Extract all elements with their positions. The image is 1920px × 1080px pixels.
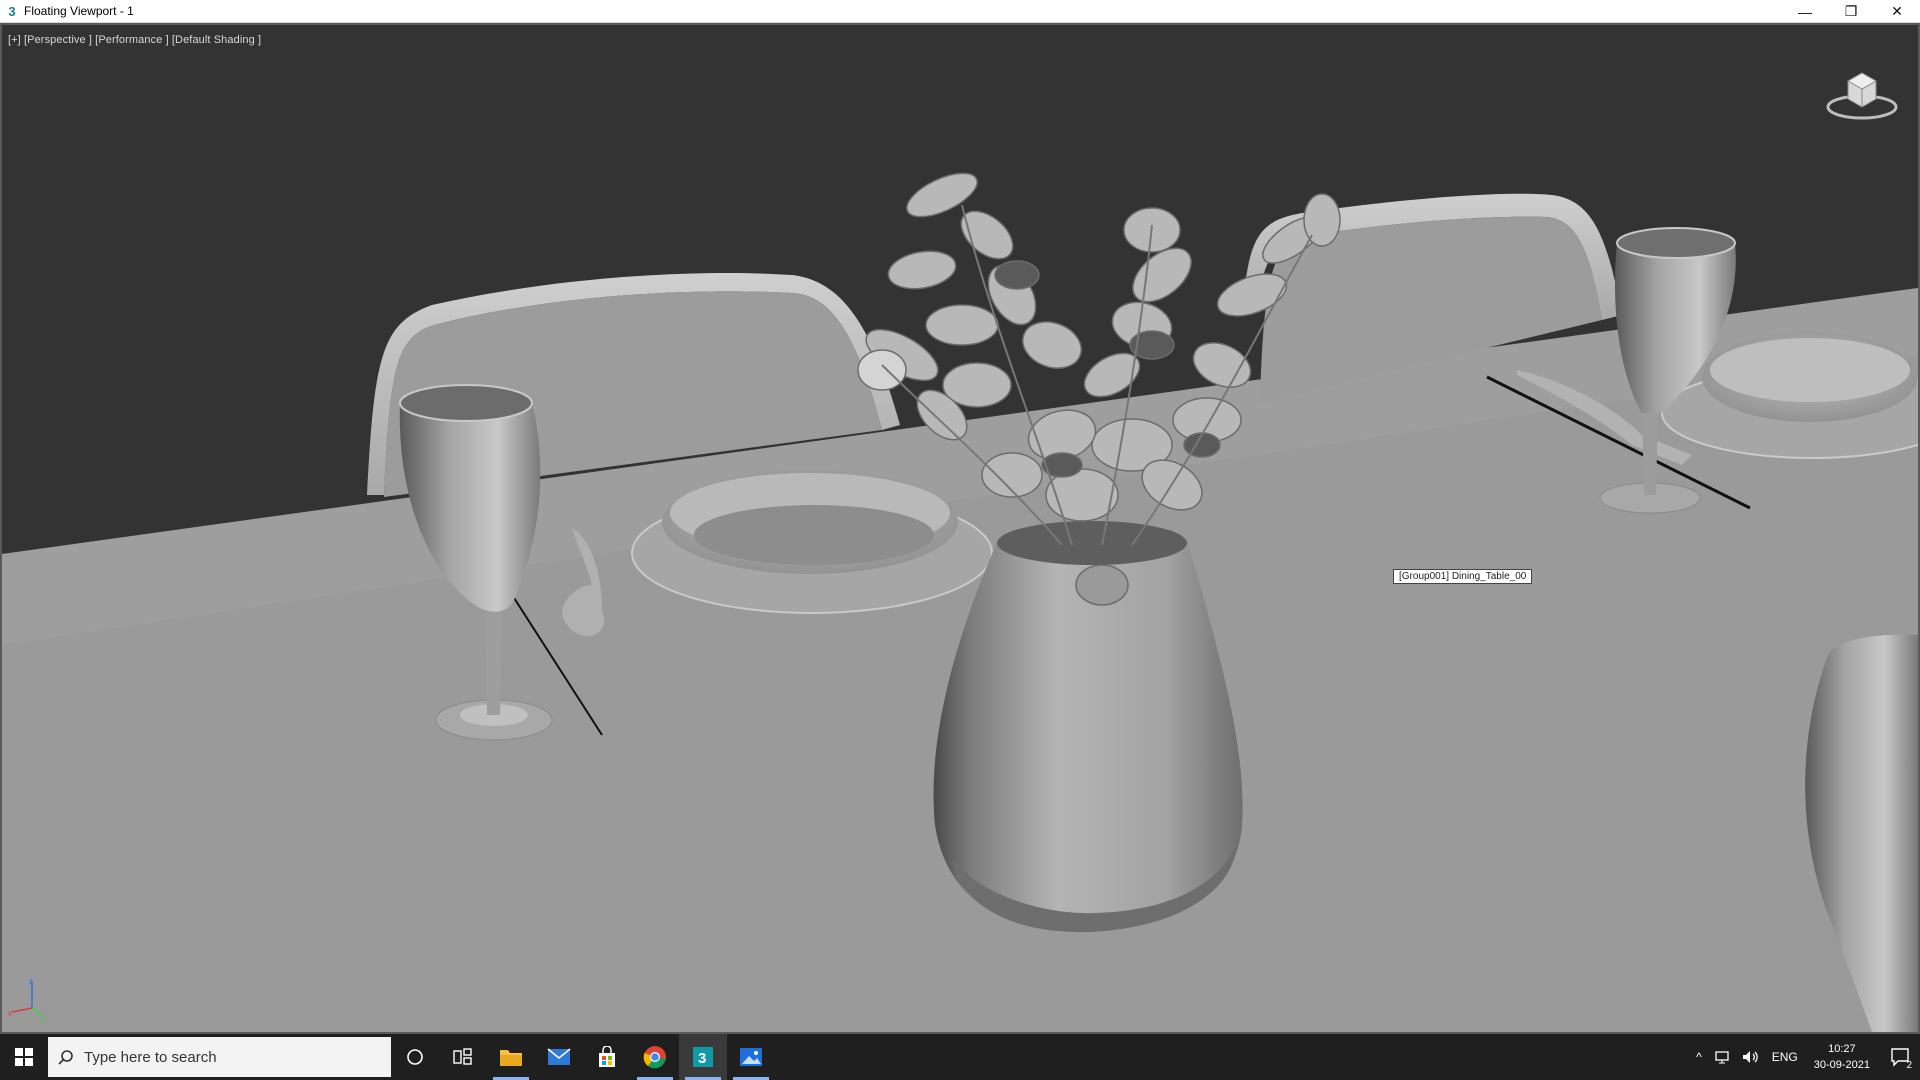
search-icon — [48, 1049, 84, 1065]
3dsmax-icon[interactable]: 3 — [679, 1034, 727, 1080]
window-titlebar: 3 Floating Viewport - 1 — ❐ ✕ — [0, 0, 1920, 23]
svg-text:3: 3 — [698, 1050, 706, 1067]
taskbar: Type here to search 3 ^ ENG 10:27 30-09-… — [0, 1034, 1920, 1080]
file-explorer-icon[interactable] — [487, 1034, 535, 1080]
cortana-icon[interactable] — [391, 1034, 439, 1080]
mail-icon[interactable] — [535, 1034, 583, 1080]
svg-text:y: y — [41, 1015, 45, 1022]
viewport-label[interactable]: [+] [Perspective ] [Performance ] [Defau… — [8, 34, 261, 46]
tray-overflow-chevron[interactable]: ^ — [1690, 1050, 1708, 1064]
restore-button[interactable]: ❐ — [1828, 0, 1874, 23]
system-tray: ^ ENG 10:27 30-09-2021 2 — [1690, 1034, 1920, 1080]
windows-logo-icon — [15, 1048, 33, 1066]
network-icon[interactable] — [1708, 1050, 1736, 1064]
viewcube-icon[interactable] — [1824, 63, 1900, 123]
language-indicator[interactable]: ENG — [1766, 1050, 1804, 1064]
close-button[interactable]: ✕ — [1874, 0, 1920, 23]
window-title: Floating Viewport - 1 — [24, 4, 134, 18]
notification-center-icon[interactable]: 2 — [1880, 1034, 1920, 1080]
chrome-icon[interactable] — [631, 1034, 679, 1080]
search-placeholder: Type here to search — [84, 1048, 217, 1066]
notification-count: 2 — [1906, 1060, 1912, 1071]
photos-icon[interactable] — [727, 1034, 775, 1080]
task-view-icon[interactable] — [439, 1034, 487, 1080]
svg-text:z: z — [29, 978, 33, 986]
volume-icon[interactable] — [1736, 1050, 1766, 1064]
clock-date: 30-09-2021 — [1813, 1059, 1870, 1071]
svg-text:x: x — [8, 1009, 12, 1018]
taskbar-search-input[interactable]: Type here to search — [48, 1037, 391, 1077]
clock-time: 10:27 — [1828, 1043, 1856, 1055]
viewport[interactable]: [+] [Perspective ] [Performance ] [Defau… — [0, 23, 1920, 1034]
axis-tripod-icon: z x y — [8, 978, 45, 1022]
start-button[interactable] — [0, 1034, 48, 1080]
minimize-button[interactable]: — — [1782, 0, 1828, 23]
window-controls: — ❐ ✕ — [1782, 0, 1920, 23]
store-icon[interactable] — [583, 1034, 631, 1080]
scene-render[interactable] — [2, 25, 1918, 1032]
object-tooltip: [Group001] Dining_Table_00 — [1393, 569, 1533, 584]
3dsmax-app-icon: 3 — [8, 3, 16, 19]
clock[interactable]: 10:27 30-09-2021 — [1804, 1041, 1880, 1073]
